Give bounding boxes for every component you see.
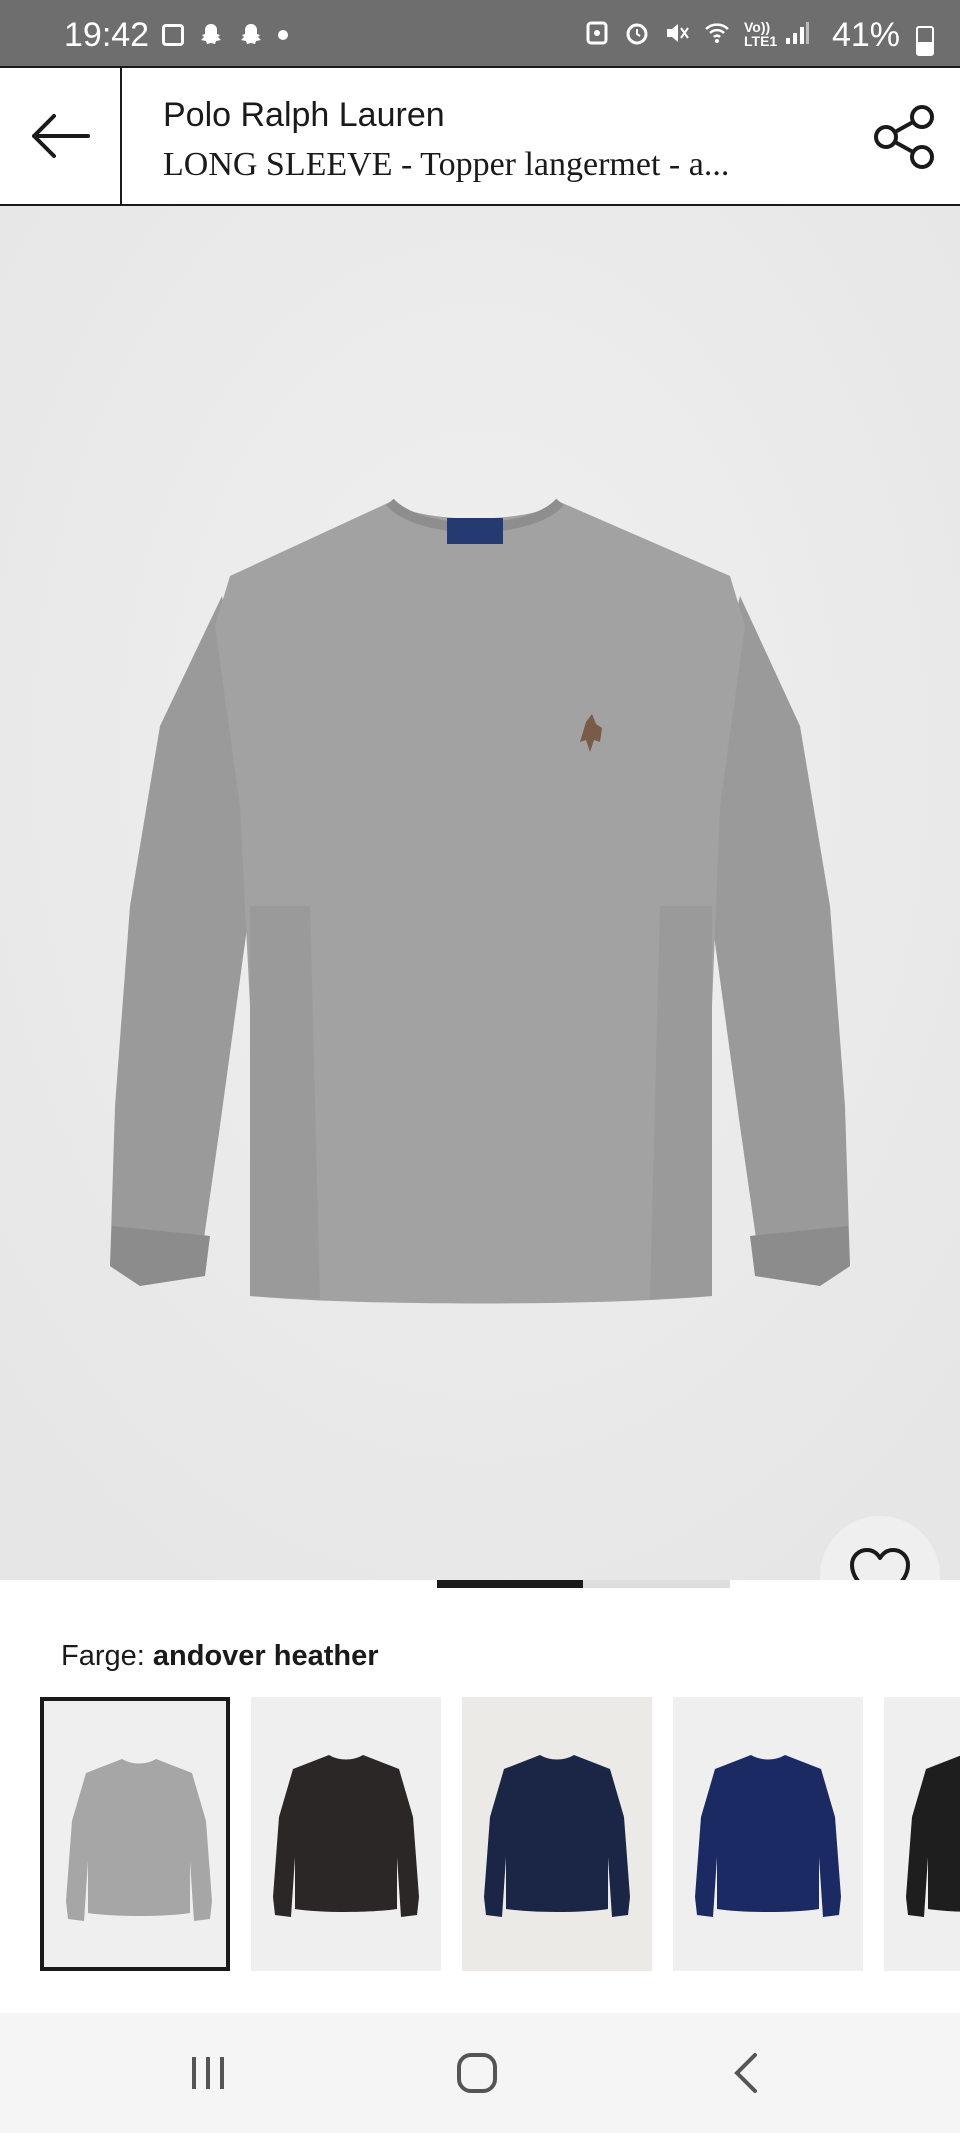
share-icon <box>874 105 934 169</box>
home-button[interactable] <box>437 2043 517 2103</box>
home-icon <box>457 2053 497 2093</box>
share-button[interactable] <box>872 104 938 170</box>
color-label: Farge: <box>61 1640 145 1672</box>
color-swatches <box>40 1697 960 1973</box>
recent-apps-button[interactable] <box>168 2043 248 2103</box>
battery-percent: 41% <box>831 16 900 54</box>
color-label-row: Farge: andover heather <box>61 1640 379 1673</box>
chevron-left-icon <box>734 2053 757 2093</box>
status-bar: 19:42 Vo)) LTE1 41% <box>0 0 960 66</box>
color-swatch[interactable] <box>40 1697 230 1971</box>
vpn-icon <box>586 21 608 45</box>
notification-dot-icon <box>278 30 288 40</box>
signal-icon <box>786 22 809 44</box>
wifi-icon <box>705 23 729 43</box>
battery-icon <box>916 26 934 56</box>
status-time: 19:42 <box>64 16 150 54</box>
color-swatch[interactable] <box>462 1697 652 1971</box>
heart-icon <box>850 1548 910 1580</box>
system-nav-bar <box>0 2013 960 2133</box>
status-right-icons: Vo)) LTE1 <box>584 19 810 49</box>
color-swatch[interactable] <box>884 1697 960 1971</box>
back-nav-button[interactable] <box>706 2043 786 2103</box>
arrow-left-icon <box>32 114 90 158</box>
product-title: LONG SLEEVE - Topper langermet - a... <box>163 146 730 183</box>
recent-apps-icon <box>192 2057 224 2089</box>
swatch-shirt-image <box>273 1755 419 1917</box>
product-header: Polo Ralph Lauren LONG SLEEVE - Topper l… <box>0 66 960 206</box>
mute-icon <box>667 24 689 42</box>
volte-icon: Vo)) LTE1 <box>744 19 778 49</box>
image-pager <box>437 1580 730 1588</box>
brand-name: Polo Ralph Lauren <box>163 96 445 134</box>
back-button[interactable] <box>0 68 122 204</box>
swatch-shirt-image <box>66 1759 212 1921</box>
status-left-icons <box>162 22 288 48</box>
color-swatch[interactable] <box>251 1697 441 1971</box>
color-value: andover heather <box>152 1640 379 1672</box>
swatch-shirt-image <box>695 1755 841 1917</box>
alarm-icon <box>626 23 648 45</box>
pager-active-indicator <box>437 1580 583 1588</box>
shirt-image <box>0 206 960 1580</box>
color-swatch[interactable] <box>673 1697 863 1971</box>
swatch-shirt-image <box>484 1755 630 1917</box>
gallery-icon <box>162 24 184 46</box>
product-image[interactable] <box>0 206 960 1580</box>
swatch-shirt-image <box>906 1755 960 1917</box>
snapchat-icon <box>201 24 221 44</box>
snapchat-icon <box>241 24 261 44</box>
